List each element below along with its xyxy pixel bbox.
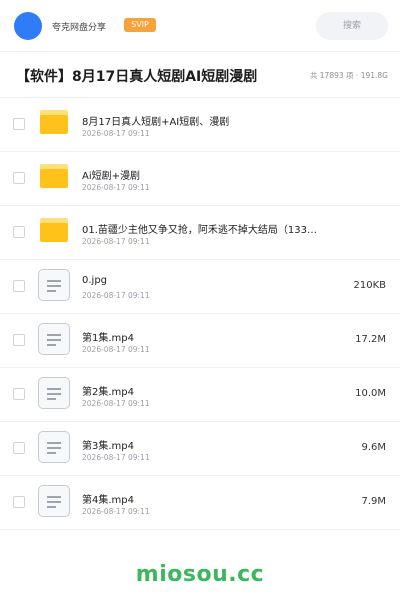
file-name: 第1集.mp4	[82, 333, 134, 344]
file-icon	[38, 431, 70, 463]
search-input[interactable]: 搜索	[316, 12, 388, 40]
file-size: 17.2M	[355, 334, 386, 345]
file-list: 8月17日真人短剧+AI短剧、漫剧 2026-08-17 09:11 Ai短剧+…	[0, 98, 400, 530]
file-icon	[38, 485, 70, 517]
list-item[interactable]: 8月17日真人短剧+AI短剧、漫剧 2026-08-17 09:11	[0, 98, 400, 152]
svip-badge: SVIP	[124, 18, 156, 32]
file-date: 2026-08-17 09:11	[82, 183, 150, 192]
list-item[interactable]: 第1集.mp4 2026-08-17 09:11 17.2M	[0, 314, 400, 368]
site-name: 夸克网盘分享	[52, 23, 107, 33]
file-size: 10.0M	[355, 388, 386, 399]
checkbox[interactable]	[13, 496, 25, 508]
watermark: miosou.cc	[135, 562, 265, 587]
file-name: 01.苗疆少主他又争又抢，阿禾逃不掉大结局（133…	[82, 225, 317, 236]
list-item[interactable]: 第3集.mp4 2026-08-17 09:11 9.6M	[0, 422, 400, 476]
item-count: 共 17893 项	[309, 71, 354, 80]
list-item[interactable]: 01.苗疆少主他又争又抢，阿禾逃不掉大结局（133… 2026-08-17 09…	[0, 206, 400, 260]
checkbox[interactable]	[13, 280, 25, 292]
file-icon	[38, 323, 70, 355]
share-stats: 共 17893 项 · 191.8G	[310, 70, 388, 81]
stats-separator: ·	[353, 71, 361, 80]
file-date: 2026-08-17 09:11	[82, 345, 150, 354]
checkbox[interactable]	[13, 334, 25, 346]
file-name: Ai短剧+漫剧	[82, 171, 140, 182]
checkbox[interactable]	[13, 118, 25, 130]
file-date: 2026-08-17 09:11	[82, 507, 150, 516]
file-name: 第4集.mp4	[82, 495, 134, 506]
share-page: 夸克网盘分享 SVIP 搜索 【软件】8月17日真人短剧AI短剧漫剧 共 178…	[0, 0, 400, 600]
checkbox[interactable]	[13, 226, 25, 238]
file-date: 2026-08-17 09:11	[82, 453, 150, 462]
file-name: 第2集.mp4	[82, 387, 134, 398]
file-name: 第3集.mp4	[82, 441, 134, 452]
checkbox[interactable]	[13, 388, 25, 400]
list-item[interactable]: 第2集.mp4 2026-08-17 09:11 10.0M	[0, 368, 400, 422]
avatar[interactable]	[14, 12, 42, 40]
file-icon	[38, 377, 70, 409]
folder-icon	[40, 110, 68, 134]
list-item[interactable]: Ai短剧+漫剧 2026-08-17 09:11	[0, 152, 400, 206]
checkbox[interactable]	[13, 172, 25, 184]
total-size: 191.8G	[360, 71, 388, 80]
share-header: 【软件】8月17日真人短剧AI短剧漫剧 共 17893 项 · 191.8G	[0, 52, 400, 98]
file-date: 2026-08-17 09:11	[82, 237, 150, 246]
file-size: 9.6M	[361, 442, 386, 453]
share-title: 【软件】8月17日真人短剧AI短剧漫剧	[16, 69, 258, 85]
list-item[interactable]: 第4集.mp4 2026-08-17 09:11 7.9M	[0, 476, 400, 530]
checkbox[interactable]	[13, 442, 25, 454]
folder-icon	[40, 164, 68, 188]
file-size: 210KB	[353, 280, 386, 291]
list-item[interactable]: 0.jpg 2026-08-17 09:11 210KB	[0, 260, 400, 314]
folder-icon	[40, 218, 68, 242]
file-icon	[38, 269, 70, 301]
file-date: 2026-08-17 09:11	[82, 399, 150, 408]
file-date: 2026-08-17 09:11	[82, 291, 150, 300]
file-date: 2026-08-17 09:11	[82, 129, 150, 138]
file-name: 0.jpg	[82, 275, 108, 286]
top-bar: 夸克网盘分享 SVIP 搜索	[0, 0, 400, 52]
file-name: 8月17日真人短剧+AI短剧、漫剧	[82, 117, 230, 128]
file-size: 7.9M	[361, 496, 386, 507]
